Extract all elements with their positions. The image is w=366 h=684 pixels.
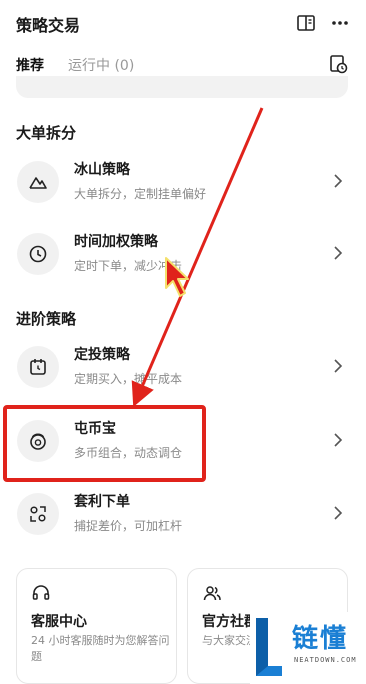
page-title: 策略交易 [16, 16, 81, 35]
chevron-right-icon [334, 359, 343, 373]
icon-badge [17, 233, 59, 275]
icon-badge [17, 493, 59, 535]
strategy-desc: 捕捉差价，可加杠杆 [74, 519, 183, 533]
card-title: 客服中心 [31, 614, 87, 630]
icon-badge [17, 161, 59, 203]
tab-recommended[interactable]: 推荐 [16, 55, 44, 75]
strategy-item-iceberg[interactable]: 冰山策略 大单拆分，定制挂单偏好 [0, 144, 366, 220]
section-title-order-split: 大单拆分 [16, 124, 77, 142]
strategy-name: 套利下单 [74, 494, 130, 510]
app-header: 策略交易 [0, 0, 366, 46]
users-icon [203, 586, 221, 601]
calendar-icon [30, 359, 46, 375]
watermark-subtext: NEATDOWN.COM [294, 656, 357, 664]
banner-card [16, 76, 348, 98]
tab-running[interactable]: 运行中 (0) [68, 55, 134, 75]
strategy-desc: 定时下单，减少冲击 [74, 259, 183, 273]
strategy-name: 时间加权策略 [74, 234, 158, 250]
watermark-mark-icon [256, 618, 282, 676]
strategy-name: 定投策略 [74, 347, 130, 363]
section-title-advanced: 进阶策略 [16, 310, 77, 328]
watermark-text: 链懂 [292, 624, 349, 654]
chevron-right-icon [334, 433, 343, 447]
card-desc: 24 小时客服随时为您解答问题 [31, 634, 170, 663]
icon-badge [17, 346, 59, 388]
clock-icon [29, 245, 47, 263]
book-icon[interactable] [296, 13, 316, 33]
more-icon[interactable] [330, 13, 350, 33]
strategy-name: 冰山策略 [74, 162, 130, 178]
history-icon[interactable] [328, 54, 348, 74]
strategy-desc: 定期买入，摊平成本 [74, 372, 183, 386]
chevron-right-icon [334, 506, 343, 520]
strategy-desc: 大单拆分，定制挂单偏好 [74, 187, 207, 201]
scan-icon [30, 506, 46, 522]
strategy-item-twap[interactable]: 时间加权策略 定时下单，减少冲击 [0, 216, 366, 292]
mountain-icon [29, 177, 47, 189]
strategy-item-arbitrage[interactable]: 套利下单 捕捉差价，可加杠杆 [0, 476, 366, 552]
annotation-highlight-box [3, 405, 206, 482]
chevron-right-icon [334, 174, 343, 188]
chevron-right-icon [334, 246, 343, 260]
strategy-item-dca[interactable]: 定投策略 定期买入，摊平成本 [0, 329, 366, 405]
headset-icon [32, 585, 50, 600]
card-customer-service[interactable]: 客服中心 24 小时客服随时为您解答问题 [16, 568, 177, 684]
watermark-logo: 链懂 NEATDOWN.COM [250, 612, 366, 684]
